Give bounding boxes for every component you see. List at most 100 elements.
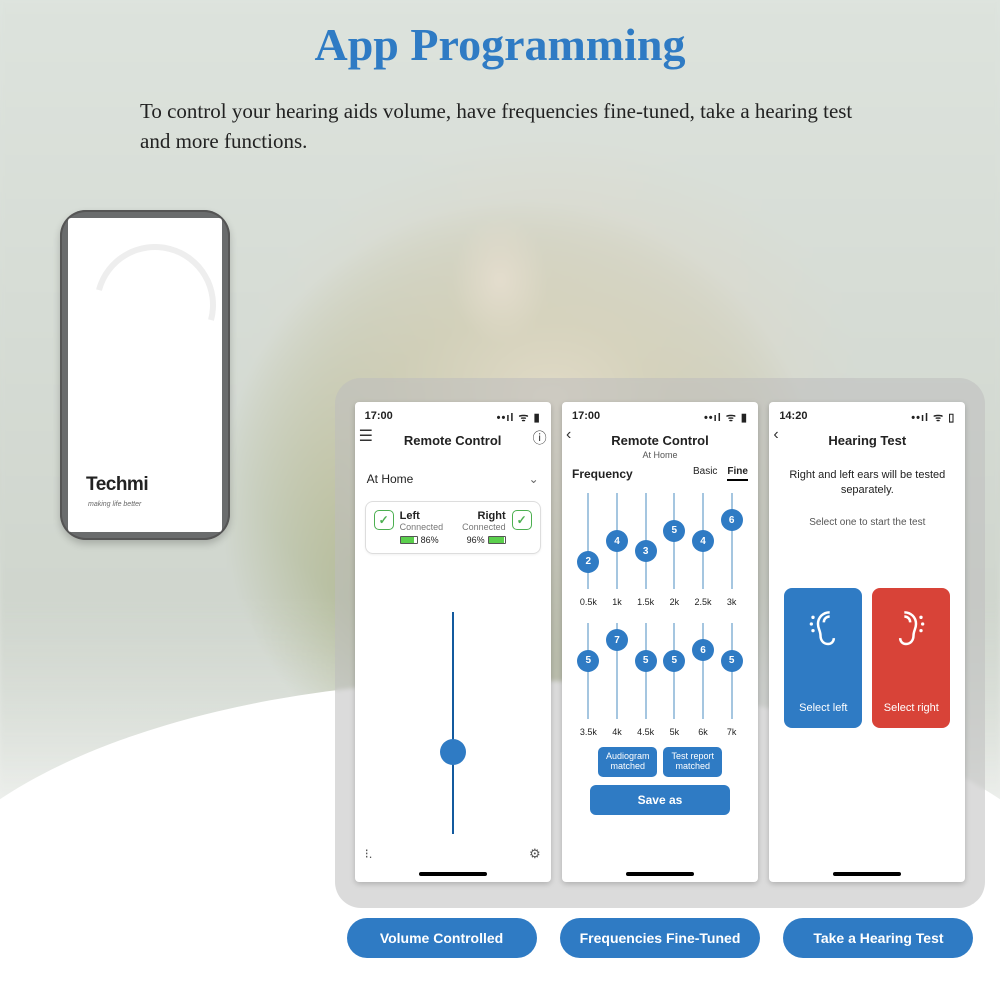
tab-basic[interactable]: Basic [693, 466, 717, 481]
screen-title: Remote Control [365, 433, 541, 448]
eq-freq-label: 4k [603, 727, 632, 737]
eq-slider[interactable]: 2 [574, 487, 603, 595]
eq-freq-label: 2k [660, 597, 689, 607]
page-title: App Programming [0, 18, 1000, 71]
hearing-test-desc: Right and left ears will be tested separ… [789, 468, 945, 499]
status-bar: 14:20 ••ıl ᯤ ▯ [779, 410, 955, 425]
eq-slider[interactable]: 5 [574, 617, 603, 725]
eq-slider[interactable]: 4 [603, 487, 632, 595]
screenshot-hearing-test: 14:20 ••ıl ᯤ ▯ ‹ Hearing Test Right and … [769, 402, 965, 882]
chevron-down-icon: ⌄ [529, 472, 539, 486]
eq-labels-1: 0.5k1k1.5k2k2.5k3k [572, 597, 748, 607]
eq-freq-label: 0.5k [574, 597, 603, 607]
volume-slider[interactable] [452, 612, 454, 834]
eq-slider[interactable]: 4 [689, 487, 718, 595]
eq-thumb[interactable]: 5 [635, 650, 657, 672]
status-time: 14:20 [779, 410, 807, 425]
held-phone-screen: Techmi making life better [68, 218, 222, 532]
back-icon[interactable]: ‹ [566, 426, 571, 444]
left-battery: 86% [421, 535, 439, 545]
eq-freq-label: 4.5k [631, 727, 660, 737]
eq-slider[interactable]: 6 [717, 487, 746, 595]
caption-volume: Volume Controlled [347, 918, 537, 958]
settings-icon[interactable]: ⚙ [529, 846, 541, 862]
eq-thumb[interactable]: 5 [577, 650, 599, 672]
battery-icon [488, 536, 506, 544]
home-indicator [419, 872, 487, 876]
check-icon: ✓ [374, 510, 394, 530]
eq-thumb[interactable]: 4 [692, 530, 714, 552]
caption-frequency: Frequencies Fine-Tuned [560, 918, 761, 958]
preset-dropdown[interactable]: At Home ⌄ [365, 468, 541, 491]
eq-row-2: 575565 [572, 617, 748, 725]
eq-thumb[interactable]: 5 [663, 520, 685, 542]
eq-thumb[interactable]: 7 [606, 629, 628, 651]
eq-thumb[interactable]: 6 [721, 509, 743, 531]
eq-thumb[interactable]: 4 [606, 530, 628, 552]
eq-slider[interactable]: 7 [603, 617, 632, 725]
eq-slider[interactable]: 5 [631, 617, 660, 725]
screen-subtitle: At Home [572, 450, 748, 460]
test-report-button[interactable]: Test report matched [663, 747, 722, 777]
eq-thumb[interactable]: 3 [635, 540, 657, 562]
brand-tagline: making life better [88, 501, 141, 508]
left-aid: ✓ Left Connected 86% [374, 510, 444, 545]
eq-slider[interactable]: 5 [660, 487, 689, 595]
eq-slider[interactable]: 6 [689, 617, 718, 725]
screenshots-panel: 17:00 ••ıl ᯤ ▮ ☰ ⓘ Remote Control At Hom… [335, 378, 985, 908]
eq-freq-label: 2.5k [689, 597, 718, 607]
status-icons: ••ıl ᯤ ▮ [497, 410, 541, 425]
save-button[interactable]: Save as [590, 785, 730, 815]
check-icon: ✓ [512, 510, 532, 530]
page-subtitle: To control your hearing aids volume, hav… [140, 96, 860, 157]
caption-row: Volume Controlled Frequencies Fine-Tuned… [335, 918, 985, 958]
status-icons: ••ıl ᯤ ▯ [911, 410, 955, 425]
eq-icon[interactable]: ⁝. [365, 846, 373, 862]
eq-freq-label: 1k [603, 597, 632, 607]
eq-freq-label: 3.5k [574, 727, 603, 737]
tab-fine[interactable]: Fine [727, 466, 748, 481]
status-bar: 17:00 ••ıl ᯤ ▮ [365, 410, 541, 425]
eq-slider[interactable]: 3 [631, 487, 660, 595]
brand-logo: Techmi [86, 474, 148, 496]
screen-title: Hearing Test [779, 433, 955, 448]
right-label: Right [462, 510, 506, 522]
status-time: 17:00 [572, 410, 600, 425]
audiogram-button[interactable]: Audiogram matched [598, 747, 658, 777]
eq-row-1: 243546 [572, 487, 748, 595]
eq-slider[interactable]: 5 [660, 617, 689, 725]
eq-freq-label: 6k [689, 727, 718, 737]
eq-labels-2: 3.5k4k4.5k5k6k7k [572, 727, 748, 737]
eq-thumb[interactable]: 6 [692, 639, 714, 661]
caption-hearing-test: Take a Hearing Test [783, 918, 973, 958]
ear-icon [894, 604, 928, 654]
eq-thumb[interactable]: 2 [577, 551, 599, 573]
frequency-label: Frequency [572, 467, 633, 481]
right-status: Connected [462, 522, 506, 532]
select-right-ear[interactable]: Select right [872, 588, 950, 728]
select-left-label: Select left [799, 702, 847, 728]
preset-value: At Home [367, 472, 414, 486]
eq-freq-label: 7k [717, 727, 746, 737]
status-time: 17:00 [365, 410, 393, 425]
status-bar: 17:00 ••ıl ᯤ ▮ [572, 410, 748, 425]
eq-thumb[interactable]: 5 [721, 650, 743, 672]
eq-freq-label: 3k [717, 597, 746, 607]
screenshot-volume: 17:00 ••ıl ᯤ ▮ ☰ ⓘ Remote Control At Hom… [355, 402, 551, 882]
slider-thumb[interactable] [440, 739, 466, 765]
left-status: Connected [400, 522, 444, 532]
eq-thumb[interactable]: 5 [663, 650, 685, 672]
status-icons: ••ıl ᯤ ▮ [704, 410, 748, 425]
ear-icon [806, 604, 840, 654]
hearing-test-prompt: Select one to start the test [779, 517, 955, 528]
right-battery: 96% [467, 535, 485, 545]
eq-freq-label: 5k [660, 727, 689, 737]
home-indicator [833, 872, 901, 876]
held-phone: Techmi making life better [60, 210, 230, 540]
connection-card: ✓ Left Connected 86% Right Connected 96% [365, 501, 541, 554]
screen-title: Remote Control [572, 433, 748, 448]
eq-slider[interactable]: 5 [717, 617, 746, 725]
select-left-ear[interactable]: Select left [784, 588, 862, 728]
screenshot-frequency: 17:00 ••ıl ᯤ ▮ ‹ Remote Control At Home … [562, 402, 758, 882]
back-icon[interactable]: ‹ [773, 426, 778, 444]
